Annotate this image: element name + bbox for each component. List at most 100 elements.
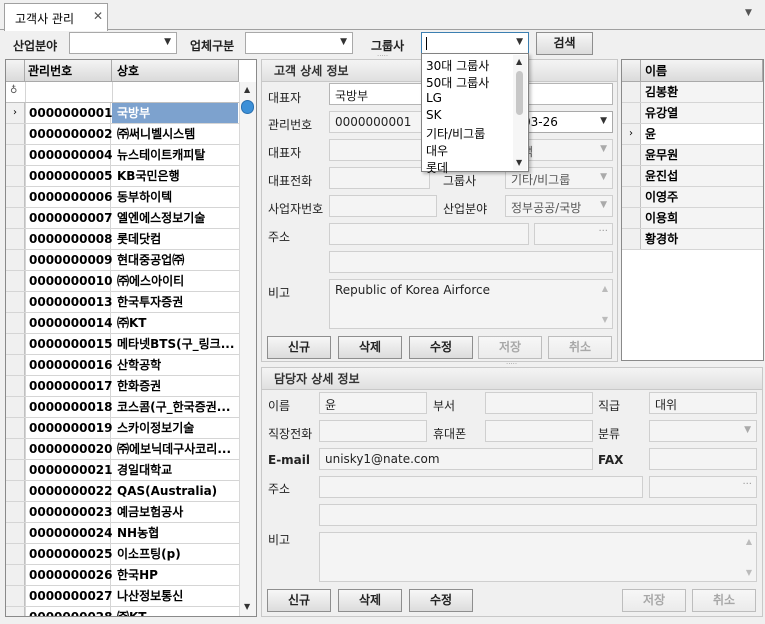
cell-id[interactable]: 0000000006 xyxy=(25,187,113,207)
contact-name-field[interactable]: 윤 xyxy=(319,392,427,414)
cell-id[interactable]: 0000000017 xyxy=(25,376,113,396)
cell-name[interactable]: 국방부 xyxy=(112,103,238,123)
contact-delete-button[interactable]: 삭제 xyxy=(338,589,402,612)
contact-name[interactable]: 윤무원 xyxy=(645,145,678,165)
cell-id[interactable]: 0000000007 xyxy=(25,208,113,228)
row-selector[interactable] xyxy=(622,145,641,165)
current-row-indicator-icon[interactable]: › xyxy=(622,124,641,144)
contact-name[interactable]: 이용희 xyxy=(645,208,678,228)
row-selector[interactable] xyxy=(6,124,25,144)
table-row[interactable]: 0000000024 NH농협 xyxy=(6,523,239,544)
cell-id[interactable]: 0000000023 xyxy=(25,502,113,522)
filter-row[interactable]: ♁ xyxy=(6,82,239,103)
list-item[interactable]: 윤진섭 xyxy=(622,166,763,187)
dropdown-option[interactable]: 롯데 xyxy=(426,159,448,176)
contact-edit-button[interactable]: 수정 xyxy=(409,589,473,612)
dropdown-scrollbar[interactable]: ▲ ▼ xyxy=(513,55,527,170)
table-row[interactable]: 0000000013 한국투자증권 xyxy=(6,292,239,313)
contact-name[interactable]: 윤 xyxy=(645,124,656,144)
contact-address-field[interactable] xyxy=(319,476,643,498)
dropdown-option[interactable]: LG xyxy=(426,91,442,105)
scroll-up-icon[interactable]: ▲ xyxy=(746,537,752,546)
industry-combo[interactable]: ▼ xyxy=(69,32,177,54)
cell-id[interactable]: 0000000001 xyxy=(25,103,113,123)
row-selector[interactable] xyxy=(6,334,25,354)
scroll-up-icon[interactable]: ▲ xyxy=(244,85,250,94)
cell-id[interactable]: 0000000027 xyxy=(25,586,113,606)
cell-name[interactable]: 엘엔에스정보기술 xyxy=(112,208,238,228)
cell-name[interactable]: 한화증권 xyxy=(112,376,238,396)
table-row[interactable]: 0000000008 롯데닷컴 xyxy=(6,229,239,250)
table-row[interactable]: 0000000014 ㈜KT xyxy=(6,313,239,334)
row-selector[interactable] xyxy=(622,229,641,249)
table-row[interactable]: 0000000027 나산정보통신 xyxy=(6,586,239,607)
cell-id[interactable]: 0000000025 xyxy=(25,544,113,564)
cell-name[interactable]: ㈜에스아이티 xyxy=(112,271,238,291)
chevron-down-icon[interactable]: ▼ xyxy=(164,37,171,47)
dept-field[interactable] xyxy=(485,392,593,414)
cell-name[interactable]: 나산정보통신 xyxy=(112,586,238,606)
dropdown-option[interactable]: 50대 그룹사 xyxy=(426,74,489,91)
table-row[interactable]: 0000000018 코스콤(구_한국증권... xyxy=(6,397,239,418)
row-selector[interactable] xyxy=(6,418,25,438)
cell-id[interactable]: 0000000010 xyxy=(25,271,113,291)
cell-id[interactable]: 0000000004 xyxy=(25,145,113,165)
table-row[interactable]: 0000000023 예금보험공사 xyxy=(6,502,239,523)
row-selector[interactable] xyxy=(6,250,25,270)
cell-name[interactable]: 이소프팅(p) xyxy=(112,544,238,564)
cell-name[interactable]: ㈜써니벨시스템 xyxy=(112,124,238,144)
row-selector[interactable] xyxy=(6,439,25,459)
contact-cancel-button[interactable]: 취소 xyxy=(692,589,756,612)
cell-name[interactable]: 롯데닷컴 xyxy=(112,229,238,249)
group-combo[interactable]: ▼ xyxy=(421,32,529,54)
chevron-down-icon[interactable]: ▼ xyxy=(600,200,607,210)
dropdown-option[interactable]: 기타/비그룹 xyxy=(426,125,485,142)
address-detail-field[interactable] xyxy=(329,251,613,273)
table-row[interactable]: 0000000028 ㈜KT xyxy=(6,607,239,616)
contact-save-button[interactable]: 저장 xyxy=(622,589,686,612)
chevron-down-icon[interactable]: ▼ xyxy=(600,116,607,126)
table-row[interactable]: 0000000007 엘엔에스정보기술 xyxy=(6,208,239,229)
list-item[interactable]: 이영주 xyxy=(622,187,763,208)
row-selector[interactable] xyxy=(6,145,25,165)
position-field[interactable]: 대위 xyxy=(649,392,757,414)
list-item[interactable]: 이용희 xyxy=(622,208,763,229)
dropdown-option[interactable]: 30대 그룹사 xyxy=(426,57,489,74)
cell-name[interactable]: KB국민은행 xyxy=(112,166,238,186)
cell-name[interactable]: 산학공학 xyxy=(112,355,238,375)
industry-field-combo[interactable]: 정부공공/국방 ▼ xyxy=(505,195,613,217)
row-selector[interactable] xyxy=(622,103,641,123)
cell-id[interactable]: 0000000022 xyxy=(25,481,113,501)
tab-menu-chevron-down-icon[interactable]: ▼ xyxy=(745,8,752,18)
contact-name[interactable]: 이영주 xyxy=(645,187,678,207)
scroll-up-icon[interactable]: ▲ xyxy=(602,284,608,293)
row-selector[interactable] xyxy=(6,481,25,501)
cell-id[interactable]: 0000000024 xyxy=(25,523,113,543)
row-selector[interactable] xyxy=(6,586,25,606)
phone-field[interactable] xyxy=(329,167,430,189)
table-row[interactable]: 0000000009 현대중공업㈜ xyxy=(6,250,239,271)
list-item[interactable]: 윤무원 xyxy=(622,145,763,166)
column-header-name[interactable]: 상호 xyxy=(112,60,239,82)
cell-id[interactable]: 0000000008 xyxy=(25,229,113,249)
customer-delete-button[interactable]: 삭제 xyxy=(338,336,402,359)
cell-id[interactable]: 0000000018 xyxy=(25,397,113,417)
table-row[interactable]: 0000000026 한국HP xyxy=(6,565,239,586)
dropdown-option[interactable]: 대우 xyxy=(426,142,448,159)
cell-name[interactable]: 코스콤(구_한국증권... xyxy=(112,397,238,417)
cell-name[interactable]: 뉴스테이트캐피탈 xyxy=(112,145,238,165)
contact-new-button[interactable]: 신규 xyxy=(267,589,331,612)
customer-edit-button[interactable]: 수정 xyxy=(409,336,473,359)
ceo-field[interactable] xyxy=(329,139,430,161)
row-selector[interactable] xyxy=(6,208,25,228)
cell-name[interactable]: 스카이정보기술 xyxy=(112,418,238,438)
cell-name[interactable]: 메타넷BTS(구_링크... xyxy=(112,334,238,354)
cell-id[interactable]: 0000000009 xyxy=(25,250,113,270)
row-selector[interactable] xyxy=(622,82,641,102)
table-row[interactable]: 0000000022 QAS(Australia) xyxy=(6,481,239,502)
customer-new-button[interactable]: 신규 xyxy=(267,336,331,359)
cell-id[interactable]: 0000000026 xyxy=(25,565,113,585)
list-item[interactable]: › 윤 xyxy=(622,124,763,145)
row-selector[interactable] xyxy=(622,166,641,186)
row-selector[interactable] xyxy=(6,607,25,616)
